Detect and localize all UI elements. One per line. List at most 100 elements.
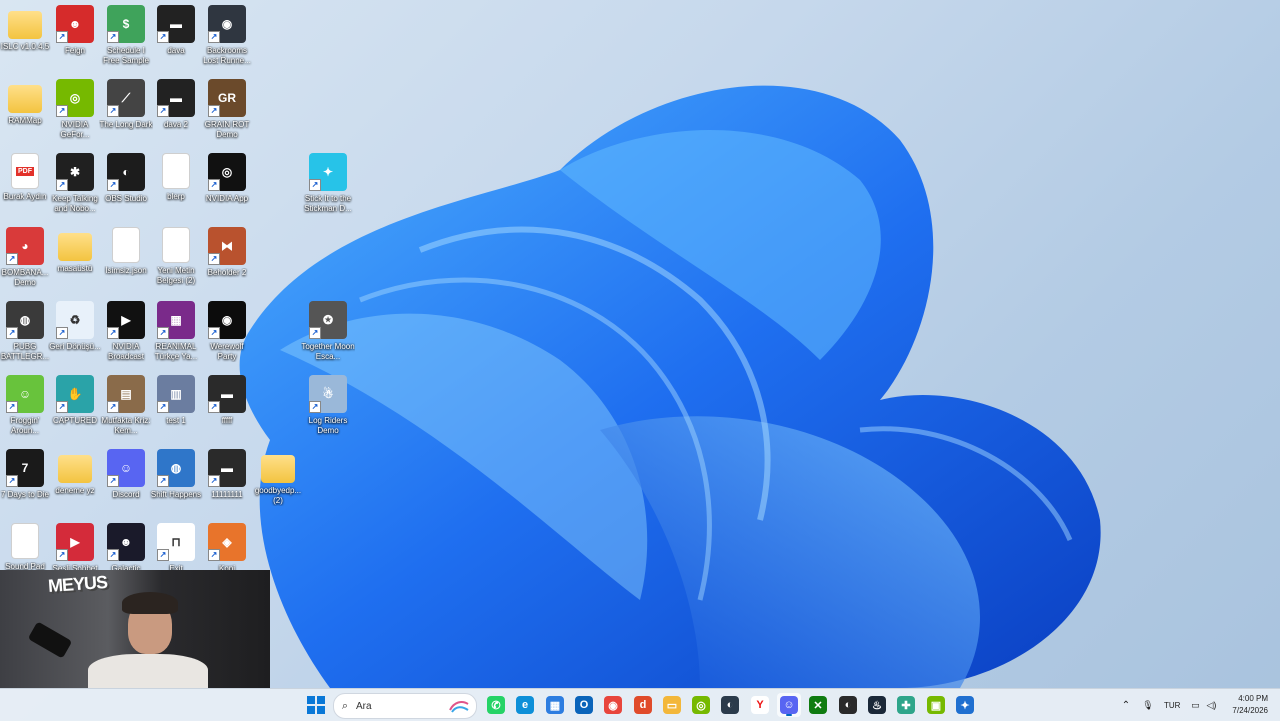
taskbar-nvidia-app-button[interactable]: ▣ xyxy=(924,693,948,717)
file-icon xyxy=(11,523,39,559)
desktop-icon[interactable]: ▶ ↗ Sesli Sohbet xyxy=(48,523,102,574)
desktop-icon[interactable]: ☻ ↗ Feign xyxy=(48,5,102,56)
shortcut-arrow-icon: ↗ xyxy=(208,179,220,191)
desktop-icon-label: blerp xyxy=(167,192,185,201)
volume-icon[interactable]: ◁) xyxy=(1204,700,1218,711)
start-button[interactable] xyxy=(304,693,328,717)
file-icon xyxy=(162,153,190,189)
desktop-icon[interactable]: ▬ ↗ dava xyxy=(149,5,203,56)
taskbar-yandex-button[interactable]: Y xyxy=(748,693,772,717)
shortcut-arrow-icon: ↗ xyxy=(309,327,321,339)
app-icon: ✪ ↗ xyxy=(309,301,347,339)
folder-icon xyxy=(8,11,42,39)
taskbar-microsoft-store-button[interactable]: ▦ xyxy=(543,693,567,717)
language-indicator[interactable]: TUR xyxy=(1164,701,1180,710)
desktop-icon[interactable]: ▦ ↗ REANIMAL Türkçe Ya... xyxy=(149,301,203,362)
desktop-icon[interactable]: ◈ ↗ Kopi xyxy=(200,523,254,574)
taskbar-steam-button[interactable]: ♨ xyxy=(865,693,889,717)
desktop-icon[interactable]: ▬ ↗ dava 2 xyxy=(149,79,203,130)
desktop-icon[interactable]: PDF Burak Aydın xyxy=(0,153,52,202)
taskbar-obs-studio-button[interactable]: ◐ xyxy=(836,693,860,717)
taskbar-app-green-button[interactable]: ✚ xyxy=(894,693,918,717)
system-tray: ⌃ 🎙︎ TUR ▭ ◁) xyxy=(1118,689,1218,721)
taskbar-gear-app-button[interactable]: ✦ xyxy=(953,693,977,717)
taskbar-whatsapp-button[interactable]: ✆ xyxy=(484,693,508,717)
desktop-icon[interactable]: ◎ ↗ NVIDIA App xyxy=(200,153,254,204)
desktop-icon[interactable]: GR ↗ GRAIN ROT Demo xyxy=(200,79,254,140)
taskbar-obs-button[interactable]: ◐ xyxy=(718,693,742,717)
taskbar-discord-button[interactable]: ☺ xyxy=(777,693,801,717)
desktop-icon[interactable]: ▶ ↗ NVIDIA Broadcast xyxy=(99,301,153,362)
desktop-icon-label: Beholder 2 xyxy=(207,268,247,277)
desktop-icon[interactable]: ☻ ↗ Galactic xyxy=(99,523,153,574)
desktop-icon[interactable]: ⊓ ↗ Exit xyxy=(149,523,203,574)
desktop-icon[interactable]: ◍ ↗ Shift Happens xyxy=(149,449,203,500)
desktop-icon[interactable]: ▤ ↗ Mutfakta Kriz: Kem... xyxy=(99,375,153,436)
desktop-icon[interactable]: ☺ ↗ Discord xyxy=(99,449,153,500)
desktop-icon[interactable]: ▬ ↗ fffff xyxy=(200,375,254,426)
taskbar-chrome-button[interactable]: ◉ xyxy=(601,693,625,717)
gear-app-icon: ✦ xyxy=(956,696,974,714)
desktop-icon-label: NVIDIA Broadcast xyxy=(107,342,145,361)
desktop-icon[interactable]: Yeni Metin Belgesi (2) xyxy=(149,227,203,286)
desktop-icon-label: Mutfakta Kriz: Kem... xyxy=(101,416,151,435)
desktop-icon[interactable]: İsimsiz.json xyxy=(99,227,153,276)
desktop-icon[interactable]: ◕ ↗ BOMBANA... Demo xyxy=(0,227,52,288)
file-explorer-icon: ▭ xyxy=(663,696,681,714)
taskbar-edge-button[interactable]: e xyxy=(513,693,537,717)
app-glyph: ◈ xyxy=(222,535,232,549)
clock-time: 4:00 PM xyxy=(1238,694,1268,703)
desktop-icon[interactable]: Sound Pad xyxy=(0,523,52,572)
shortcut-arrow-icon: ↗ xyxy=(6,475,18,487)
desktop-icon-label: Yeni Metin Belgesi (2) xyxy=(156,266,196,285)
desktop-icon[interactable]: goodbyedp... (2) xyxy=(251,449,305,506)
desktop-icon[interactable]: ☃ ↗ Log Riders Demo xyxy=(301,375,355,436)
desktop-icon[interactable]: ☺ ↗ Froggin' Aroun... xyxy=(0,375,52,436)
desktop-icon[interactable]: 7 ↗ 7 Days to Die xyxy=(0,449,52,500)
desktop-icon[interactable]: ✦ ↗ Stick It to the Stickman D... xyxy=(301,153,355,214)
desktop-icon[interactable]: ◐ ↗ OBS Studio xyxy=(99,153,153,204)
desktop-icon[interactable]: ◉ ↗ Backrooms Lost Runne... xyxy=(200,5,254,66)
chevron-up-icon[interactable]: ⌃ xyxy=(1118,700,1134,711)
desktop-icon-label: Keep Talking and Nobo... xyxy=(52,194,98,213)
desktop-icon[interactable]: ⧓ ↗ Beholder 2 xyxy=(200,227,254,278)
taskbar-dts-button[interactable]: d xyxy=(631,693,655,717)
desktop-icon[interactable]: ISLC v1.0.4.5 xyxy=(0,5,52,52)
taskbar-outlook-button[interactable]: O xyxy=(572,693,596,717)
whatsapp-icon: ✆ xyxy=(487,696,505,714)
desktop-icon-label: Froggin' Aroun... xyxy=(10,416,40,435)
desktop-icon[interactable]: ♻ ↗ Geri Dönüşü... xyxy=(48,301,102,352)
app-glyph: ▶ xyxy=(121,313,131,327)
desktop-icon[interactable]: deneme yz xyxy=(48,449,102,496)
desktop-icon[interactable]: ▬ ↗ 11111111 xyxy=(200,449,254,500)
folder-icon xyxy=(58,455,92,483)
search-box[interactable]: ⌕ Ara xyxy=(333,693,477,719)
shortcut-arrow-icon: ↗ xyxy=(56,105,68,117)
desktop-icon[interactable]: ⟋ ↗ The Long Dark xyxy=(99,79,153,130)
clock[interactable]: 4:00 PM 7/24/2026 xyxy=(1232,693,1268,717)
desktop-icon[interactable]: $ ↗ Schedule I Free Sample xyxy=(99,5,153,66)
desktop-icon[interactable]: ◍ ↗ PUBG BATTLEGR... xyxy=(0,301,52,362)
desktop-icon[interactable]: ▥ ↗ test 1 xyxy=(149,375,203,426)
app-glyph: $ xyxy=(122,17,130,31)
desktop-icon[interactable]: RAMMap xyxy=(0,79,52,126)
shortcut-arrow-icon: ↗ xyxy=(56,31,68,43)
desktop-icon[interactable]: masaüstü xyxy=(48,227,102,274)
desktop-icon[interactable]: ✋ ↗ CAPTURED xyxy=(48,375,102,426)
desktop-icon-label: İsimsiz.json xyxy=(105,266,147,275)
app-icon: ☻ ↗ xyxy=(56,5,94,43)
desktop-icon[interactable]: ◉ ↗ Werewolf Party xyxy=(200,301,254,362)
desktop-icon[interactable]: ✱ ↗ Keep Talking and Nobo... xyxy=(48,153,102,214)
microphone-icon[interactable]: 🎙︎ xyxy=(1140,700,1156,711)
app-icon: ◎ ↗ xyxy=(208,153,246,191)
app-icon: ▬ ↗ xyxy=(208,449,246,487)
desktop-icon[interactable]: ◎ ↗ NVIDIA GeFor... xyxy=(48,79,102,140)
taskbar-nvidia-button[interactable]: ◎ xyxy=(689,693,713,717)
taskbar-file-explorer-button[interactable]: ▭ xyxy=(660,693,684,717)
network-icon[interactable]: ▭ xyxy=(1188,700,1202,711)
taskbar-xbox-button[interactable]: ✕ xyxy=(806,693,830,717)
desktop-icon-label: Log Riders Demo xyxy=(308,416,348,435)
desktop-icon[interactable]: blerp xyxy=(149,153,203,202)
app-icon: ◕ ↗ xyxy=(6,227,44,265)
desktop-icon[interactable]: ✪ ↗ Together Moon Esca... xyxy=(301,301,355,362)
